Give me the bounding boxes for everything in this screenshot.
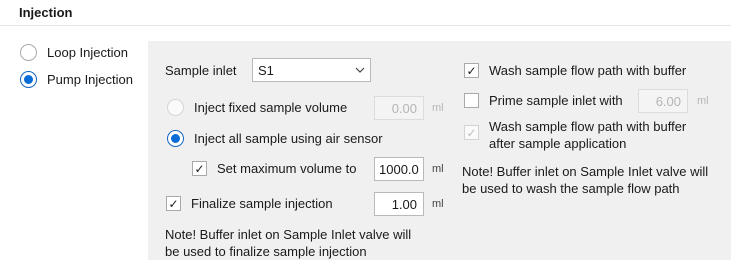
finalize-injection-label: Finalize sample injection bbox=[191, 196, 333, 211]
max-volume-unit: ml bbox=[432, 163, 444, 175]
finalize-note-line2: be used to finalize sample injection bbox=[165, 244, 367, 259]
wash-note-line2: be used to wash the sample flow path bbox=[462, 181, 680, 196]
inject-fixed-volume-radio[interactable] bbox=[167, 99, 184, 116]
prime-inlet-volume-unit: ml bbox=[697, 95, 709, 107]
loop-injection-option[interactable]: Loop Injection bbox=[20, 44, 128, 61]
section-divider bbox=[0, 25, 731, 26]
chevron-down-icon[interactable] bbox=[350, 59, 370, 81]
wash-flow-path-checkbox[interactable]: ✓ bbox=[464, 63, 479, 78]
inject-fixed-volume-unit: ml bbox=[432, 102, 444, 114]
check-icon: ✓ bbox=[466, 63, 477, 78]
section-title: Injection bbox=[19, 5, 73, 20]
check-icon: ✓ bbox=[194, 161, 205, 176]
pump-injection-option[interactable]: Pump Injection bbox=[20, 71, 133, 88]
wash-after-application-checkbox[interactable]: ✓ bbox=[464, 125, 479, 140]
wash-after-application-label: Wash sample flow path with buffer after … bbox=[489, 118, 686, 152]
finalize-volume-unit: ml bbox=[432, 198, 444, 210]
set-max-volume-option[interactable]: ✓ Set maximum volume to bbox=[192, 161, 356, 176]
inject-fixed-volume-option[interactable]: Inject fixed sample volume bbox=[167, 99, 347, 116]
prime-inlet-option[interactable]: Prime sample inlet with bbox=[464, 93, 623, 108]
inject-all-sample-radio[interactable] bbox=[167, 130, 184, 147]
check-icon: ✓ bbox=[466, 125, 477, 140]
finalize-injection-checkbox[interactable]: ✓ bbox=[166, 196, 181, 211]
wash-after-application-line2: after sample application bbox=[489, 136, 627, 151]
set-max-volume-label: Set maximum volume to bbox=[217, 161, 357, 176]
inject-fixed-volume-label: Inject fixed sample volume bbox=[194, 100, 348, 115]
inject-fixed-volume-input[interactable]: 0.00 bbox=[374, 96, 424, 120]
finalize-injection-option[interactable]: ✓ Finalize sample injection bbox=[166, 196, 333, 211]
loop-injection-radio[interactable] bbox=[20, 44, 37, 61]
inject-all-sample-label: Inject all sample using air sensor bbox=[194, 131, 383, 146]
prime-inlet-label: Prime sample inlet with bbox=[489, 93, 623, 108]
sample-inlet-label: Sample inlet bbox=[165, 63, 237, 78]
finalize-note-line1: Note! Buffer inlet on Sample Inlet valve… bbox=[165, 227, 412, 242]
check-icon: ✓ bbox=[168, 196, 179, 211]
finalize-volume-input[interactable]: 1.00 bbox=[374, 192, 424, 216]
set-max-volume-checkbox[interactable]: ✓ bbox=[192, 161, 207, 176]
sample-inlet-value: S1 bbox=[258, 62, 274, 78]
inject-all-sample-option[interactable]: Inject all sample using air sensor bbox=[167, 130, 383, 147]
prime-inlet-volume-input[interactable]: 6.00 bbox=[638, 89, 688, 113]
max-volume-input[interactable]: 1000.0 bbox=[374, 157, 424, 181]
pump-injection-label: Pump Injection bbox=[47, 72, 133, 87]
wash-note: Note! Buffer inlet on Sample Inlet valve… bbox=[462, 163, 708, 197]
pump-injection-radio[interactable] bbox=[20, 71, 37, 88]
finalize-note: Note! Buffer inlet on Sample Inlet valve… bbox=[165, 226, 411, 260]
wash-flow-path-label: Wash sample flow path with buffer bbox=[489, 63, 687, 78]
loop-injection-label: Loop Injection bbox=[47, 45, 128, 60]
prime-inlet-checkbox[interactable] bbox=[464, 93, 479, 108]
wash-after-application-option[interactable]: ✓ Wash sample flow path with buffer afte… bbox=[464, 118, 686, 152]
wash-flow-path-option[interactable]: ✓ Wash sample flow path with buffer bbox=[464, 63, 686, 78]
wash-note-line1: Note! Buffer inlet on Sample Inlet valve… bbox=[462, 164, 709, 179]
sample-inlet-select[interactable]: S1 bbox=[252, 58, 371, 82]
wash-after-application-line1: Wash sample flow path with buffer bbox=[489, 119, 687, 134]
